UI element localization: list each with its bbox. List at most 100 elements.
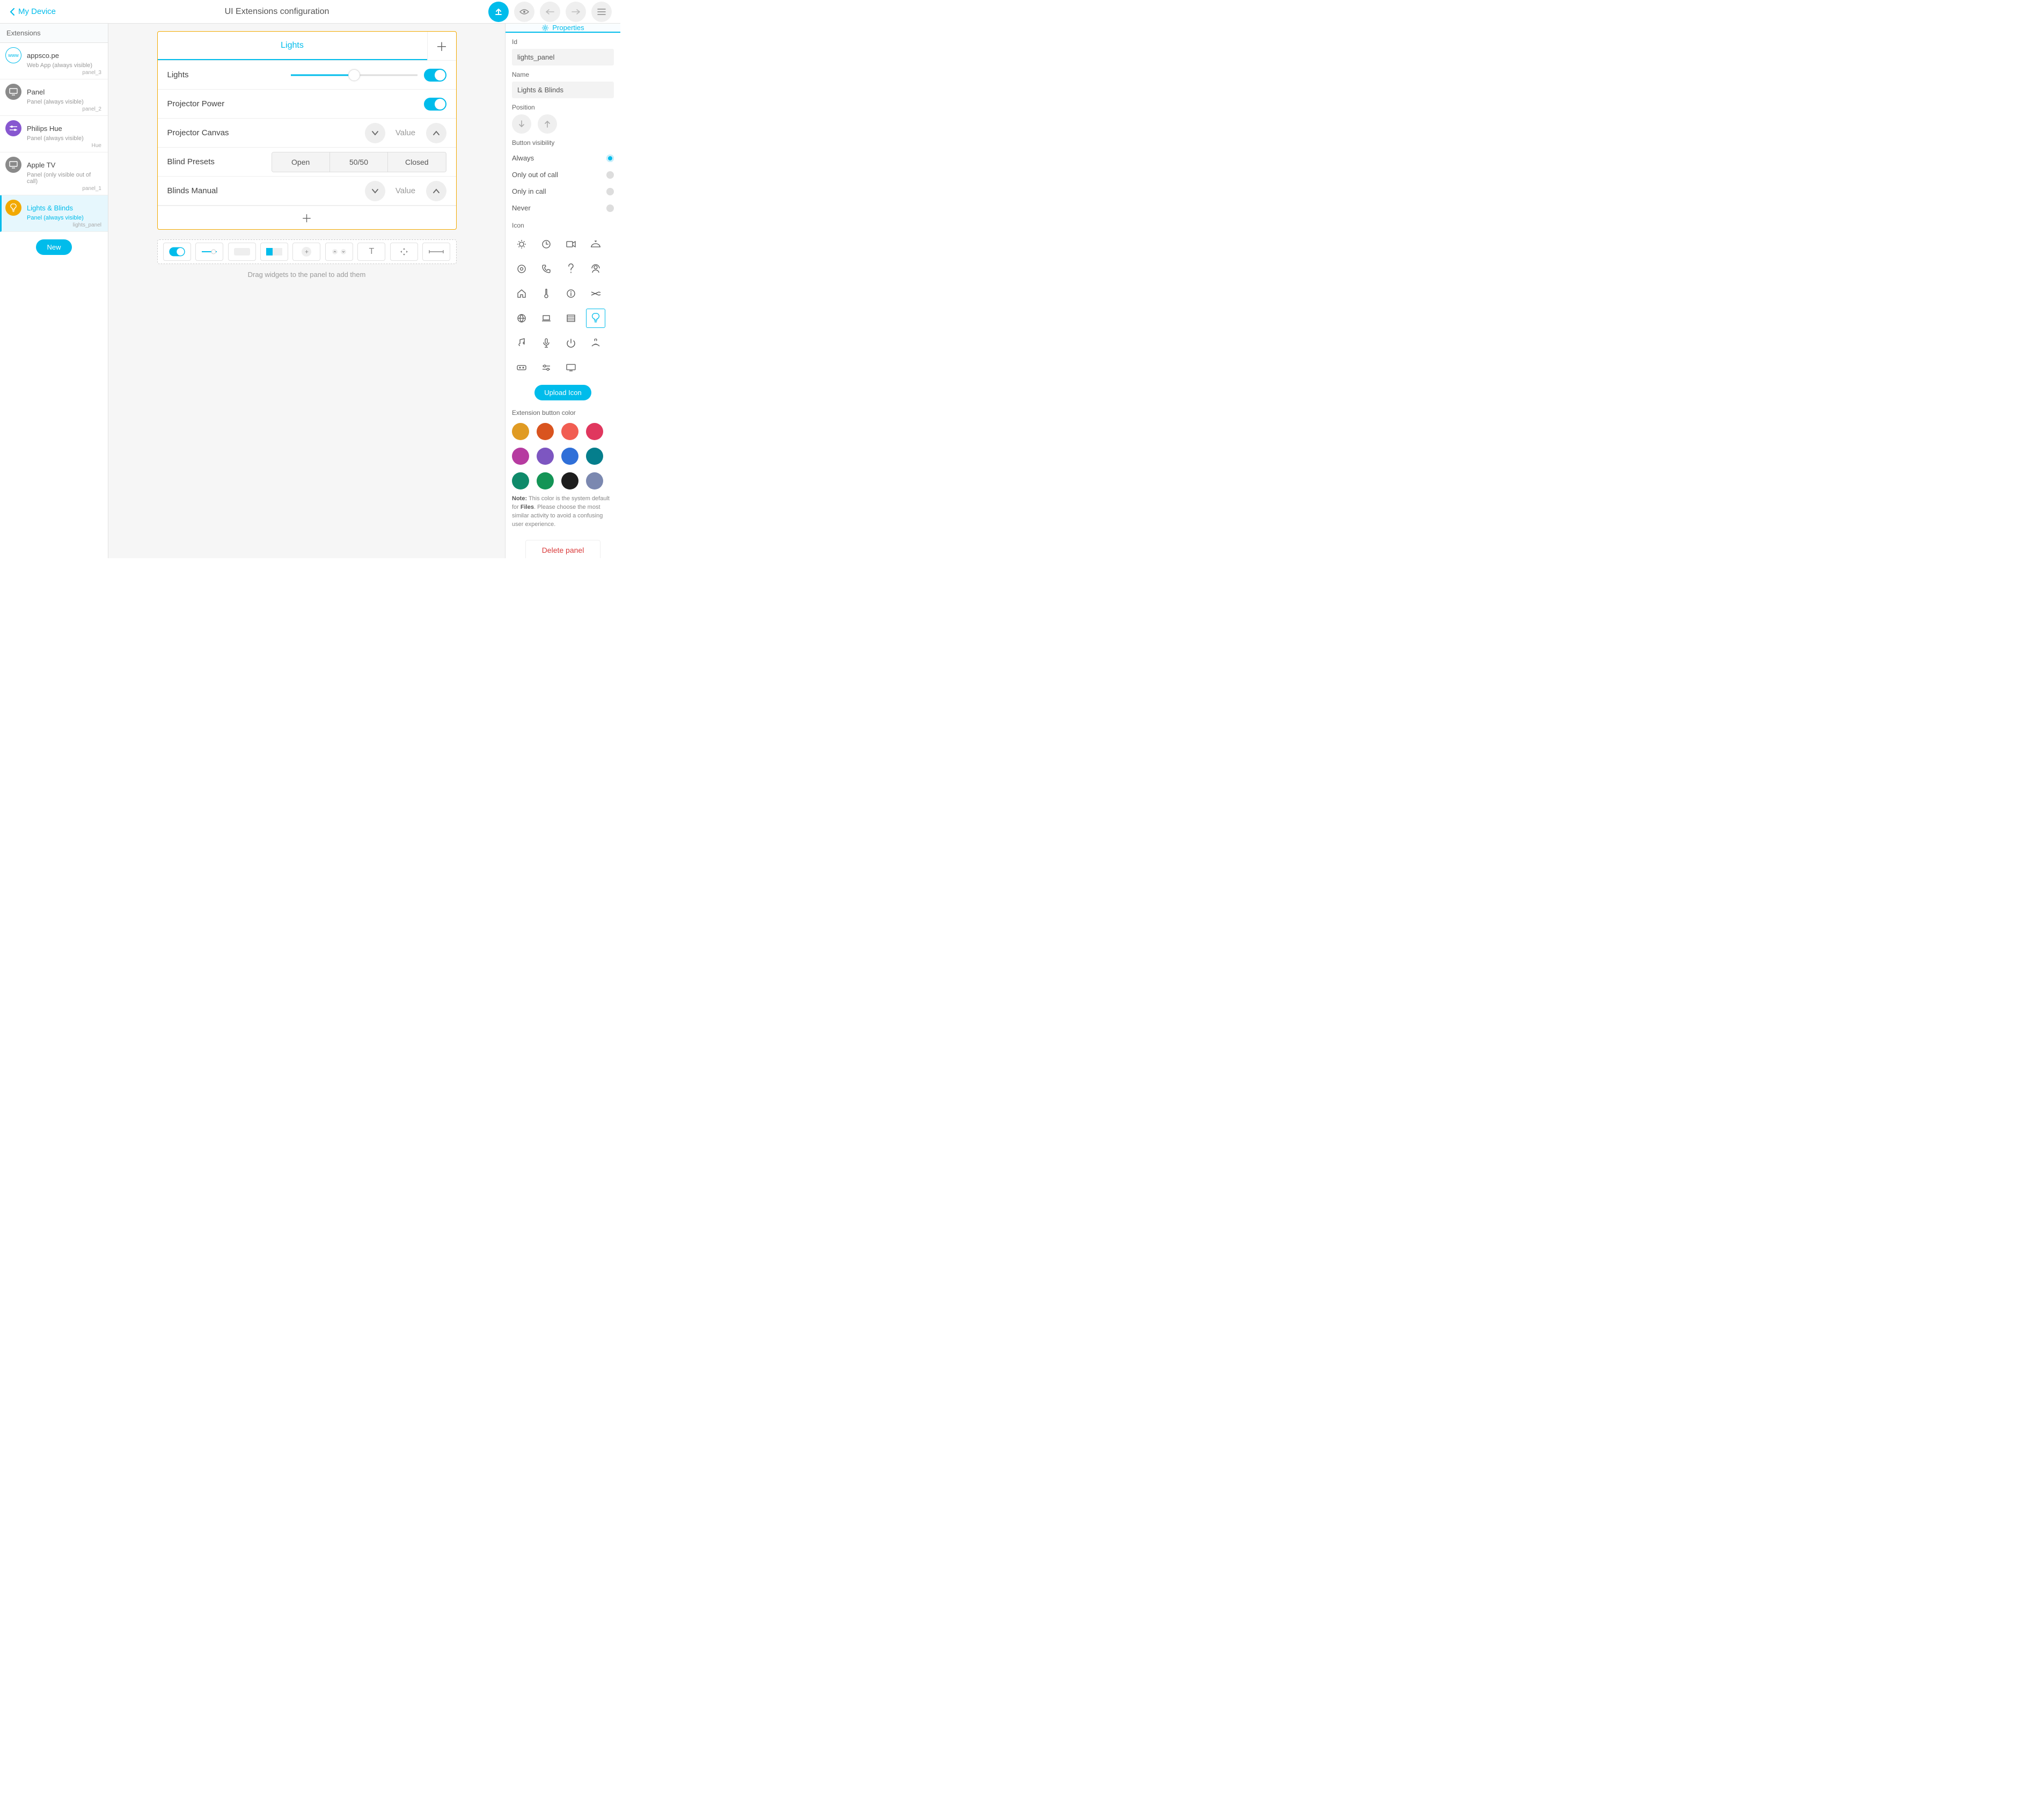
sidebar-item-subtitle: Panel (always visible) bbox=[27, 99, 102, 105]
widget-spinner[interactable] bbox=[325, 243, 353, 261]
icon-sliders[interactable] bbox=[537, 358, 556, 377]
icon-language[interactable] bbox=[512, 309, 531, 328]
color-swatch[interactable] bbox=[586, 423, 603, 440]
sidebar-item-id: Hue bbox=[5, 142, 102, 149]
icon-hvac[interactable] bbox=[537, 284, 556, 303]
upload-icon-button[interactable]: Upload Icon bbox=[534, 385, 591, 400]
sidebar-item-appletv[interactable]: Apple TV Panel (only visible out of call… bbox=[0, 152, 108, 195]
widget-text[interactable]: T bbox=[357, 243, 385, 261]
icon-microphone[interactable] bbox=[537, 333, 556, 353]
sidebar-item-appsco[interactable]: www appsco.pe Web App (always visible) p… bbox=[0, 43, 108, 79]
color-swatch[interactable] bbox=[537, 448, 554, 465]
back-button[interactable]: My Device bbox=[0, 7, 65, 16]
prop-id-label: Id bbox=[512, 38, 614, 46]
blinds-decrease-button[interactable] bbox=[365, 181, 385, 201]
menu-button[interactable] bbox=[591, 2, 612, 22]
widget-toggle[interactable] bbox=[163, 243, 191, 261]
undo-icon bbox=[546, 9, 554, 14]
icon-power[interactable] bbox=[561, 333, 581, 353]
icon-proximity[interactable] bbox=[586, 333, 605, 353]
color-note: Note: This color is the system default f… bbox=[512, 489, 614, 535]
icon-camera[interactable] bbox=[561, 235, 581, 254]
color-swatch[interactable] bbox=[561, 472, 578, 489]
widget-groupbutton[interactable] bbox=[260, 243, 288, 261]
icon-info[interactable] bbox=[561, 284, 581, 303]
widget-slider[interactable] bbox=[195, 243, 223, 261]
icon-concierge[interactable] bbox=[586, 235, 605, 254]
row-lights[interactable]: Lights bbox=[158, 61, 456, 90]
lights-slider[interactable] bbox=[291, 69, 417, 82]
color-swatch[interactable] bbox=[537, 423, 554, 440]
sliders-icon bbox=[5, 120, 21, 136]
preset-5050[interactable]: 50/50 bbox=[330, 152, 388, 172]
color-swatch[interactable] bbox=[512, 423, 529, 440]
icon-media[interactable] bbox=[512, 333, 531, 353]
preview-button[interactable] bbox=[514, 2, 534, 22]
row-blinds-manual[interactable]: Blinds Manual Value bbox=[158, 177, 456, 206]
monitor-icon bbox=[5, 157, 21, 173]
prop-name-field[interactable]: Lights & Blinds bbox=[512, 82, 614, 98]
icon-laptop[interactable] bbox=[537, 309, 556, 328]
color-swatch[interactable] bbox=[586, 472, 603, 489]
icon-tv[interactable] bbox=[561, 358, 581, 377]
visibility-in-call[interactable]: Only in call bbox=[512, 183, 614, 200]
canvas-increase-button[interactable] bbox=[426, 123, 446, 143]
color-swatch[interactable] bbox=[512, 472, 529, 489]
row-projector-power[interactable]: Projector Power bbox=[158, 90, 456, 119]
color-swatch[interactable] bbox=[561, 423, 578, 440]
sidebar-item-label: Apple TV bbox=[27, 161, 55, 169]
lights-toggle[interactable] bbox=[424, 69, 446, 82]
preset-closed[interactable]: Closed bbox=[388, 152, 445, 172]
slider-knob[interactable] bbox=[348, 69, 360, 81]
icon-helpdesk[interactable] bbox=[586, 259, 605, 279]
visibility-never[interactable]: Never bbox=[512, 200, 614, 216]
preset-open[interactable]: Open bbox=[272, 152, 330, 172]
radio-icon bbox=[606, 155, 614, 162]
widget-directional[interactable] bbox=[390, 243, 418, 261]
position-up-button[interactable] bbox=[538, 114, 557, 134]
upload-icon bbox=[494, 8, 503, 16]
add-tab-button[interactable]: ＋ bbox=[427, 32, 456, 60]
prop-id-field[interactable]: lights_panel bbox=[512, 49, 614, 65]
widget-button[interactable] bbox=[228, 243, 256, 261]
tray-note: Drag widgets to the panel to add them bbox=[248, 271, 366, 279]
sidebar-item-lights-blinds[interactable]: Lights & Blinds Panel (always visible) l… bbox=[0, 195, 108, 232]
color-swatch[interactable] bbox=[512, 448, 529, 465]
upload-config-button[interactable] bbox=[488, 2, 509, 22]
www-icon: www bbox=[5, 47, 21, 63]
visibility-out-of-call[interactable]: Only out of call bbox=[512, 166, 614, 183]
add-row-button[interactable]: ＋ bbox=[158, 206, 456, 229]
color-swatch[interactable] bbox=[561, 448, 578, 465]
icon-help[interactable] bbox=[561, 259, 581, 279]
sidebar-item-id: panel_1 bbox=[5, 185, 102, 192]
color-swatch[interactable] bbox=[537, 472, 554, 489]
row-blind-presets[interactable]: Blind Presets Open 50/50 Closed bbox=[158, 148, 456, 177]
row-label: Projector Power bbox=[167, 99, 263, 108]
sidebar-item-hue[interactable]: Philips Hue Panel (always visible) Hue bbox=[0, 116, 108, 152]
icon-blinds[interactable] bbox=[561, 309, 581, 328]
sidebar-item-panel[interactable]: Panel Panel (always visible) panel_2 bbox=[0, 79, 108, 116]
icon-disc[interactable] bbox=[512, 259, 531, 279]
position-down-button[interactable] bbox=[512, 114, 531, 134]
icon-handset[interactable] bbox=[537, 259, 556, 279]
panel-preview[interactable]: Lights ＋ Lights Projector Power bbox=[157, 31, 457, 230]
undo-button[interactable] bbox=[540, 2, 560, 22]
color-swatch[interactable] bbox=[586, 448, 603, 465]
new-extension-button[interactable]: New bbox=[36, 239, 71, 255]
icon-brightness[interactable] bbox=[512, 235, 531, 254]
delete-panel-button[interactable]: Delete panel bbox=[525, 540, 601, 558]
icon-clock[interactable] bbox=[537, 235, 556, 254]
tab-lights[interactable]: Lights bbox=[158, 32, 427, 60]
widget-spacer[interactable] bbox=[422, 243, 450, 261]
redo-button[interactable] bbox=[566, 2, 586, 22]
icon-home[interactable] bbox=[512, 284, 531, 303]
canvas-decrease-button[interactable] bbox=[365, 123, 385, 143]
blinds-increase-button[interactable] bbox=[426, 181, 446, 201]
visibility-always[interactable]: Always bbox=[512, 150, 614, 166]
widget-iconbutton[interactable]: + bbox=[292, 243, 320, 261]
icon-record[interactable] bbox=[512, 358, 531, 377]
projector-power-toggle[interactable] bbox=[424, 98, 446, 111]
icon-input[interactable] bbox=[586, 284, 605, 303]
row-projector-canvas[interactable]: Projector Canvas Value bbox=[158, 119, 456, 148]
icon-lightbulb[interactable] bbox=[586, 309, 605, 328]
